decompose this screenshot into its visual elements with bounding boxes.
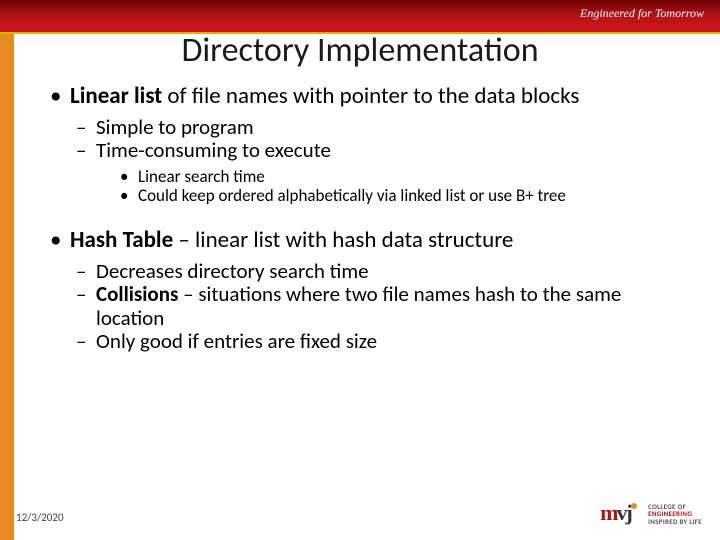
bullet-hash-trail: – linear list with hash data structure <box>173 226 513 254</box>
header-band: Engineered for Tomorrow <box>0 0 720 34</box>
left-accent-bar <box>0 34 14 540</box>
bullet-linear-list-lead: Linear list <box>70 82 162 110</box>
sub-simple: Simple to program <box>50 116 680 140</box>
brand-logo: mvj COLLEGE OF ENGINEERING INSPIRED BY L… <box>600 500 702 528</box>
sub-collisions: Collisions – situations where two file n… <box>50 283 680 330</box>
bullet-linear-list-trail: of file names with pointer to the data b… <box>162 82 579 110</box>
sub-time-consuming: Time-consuming to execute <box>50 139 680 163</box>
logo-text: COLLEGE OF ENGINEERING INSPIRED BY LIFE <box>648 503 702 525</box>
subsub-ordered: Could keep ordered alphabetically via li… <box>50 186 680 206</box>
sub-collisions-lead: Collisions <box>96 281 178 307</box>
bullet-hash-lead: Hash Table <box>70 226 173 254</box>
logo-line3: INSPIRED BY LIFE <box>648 518 702 525</box>
bullet-hash-table: Hash Table – linear list with hash data … <box>50 228 680 254</box>
slide-content: Linear list of file names with pointer t… <box>50 84 680 354</box>
logo-mark: mvj <box>600 500 642 528</box>
bullet-linear-list: Linear list of file names with pointer t… <box>50 84 680 110</box>
sub-fixed-size: Only good if entries are fixed size <box>50 330 680 354</box>
subsub-linear-search: Linear search time <box>50 167 680 187</box>
slide: Engineered for Tomorrow Directory Implem… <box>0 0 720 540</box>
footer-date: 12/3/2020 <box>16 511 64 524</box>
logo-dot-icon <box>631 503 637 509</box>
slide-title: Directory Implementation <box>0 30 720 71</box>
brand-tagline: Engineered for Tomorrow <box>580 6 704 21</box>
sub-decreases: Decreases directory search time <box>50 260 680 284</box>
